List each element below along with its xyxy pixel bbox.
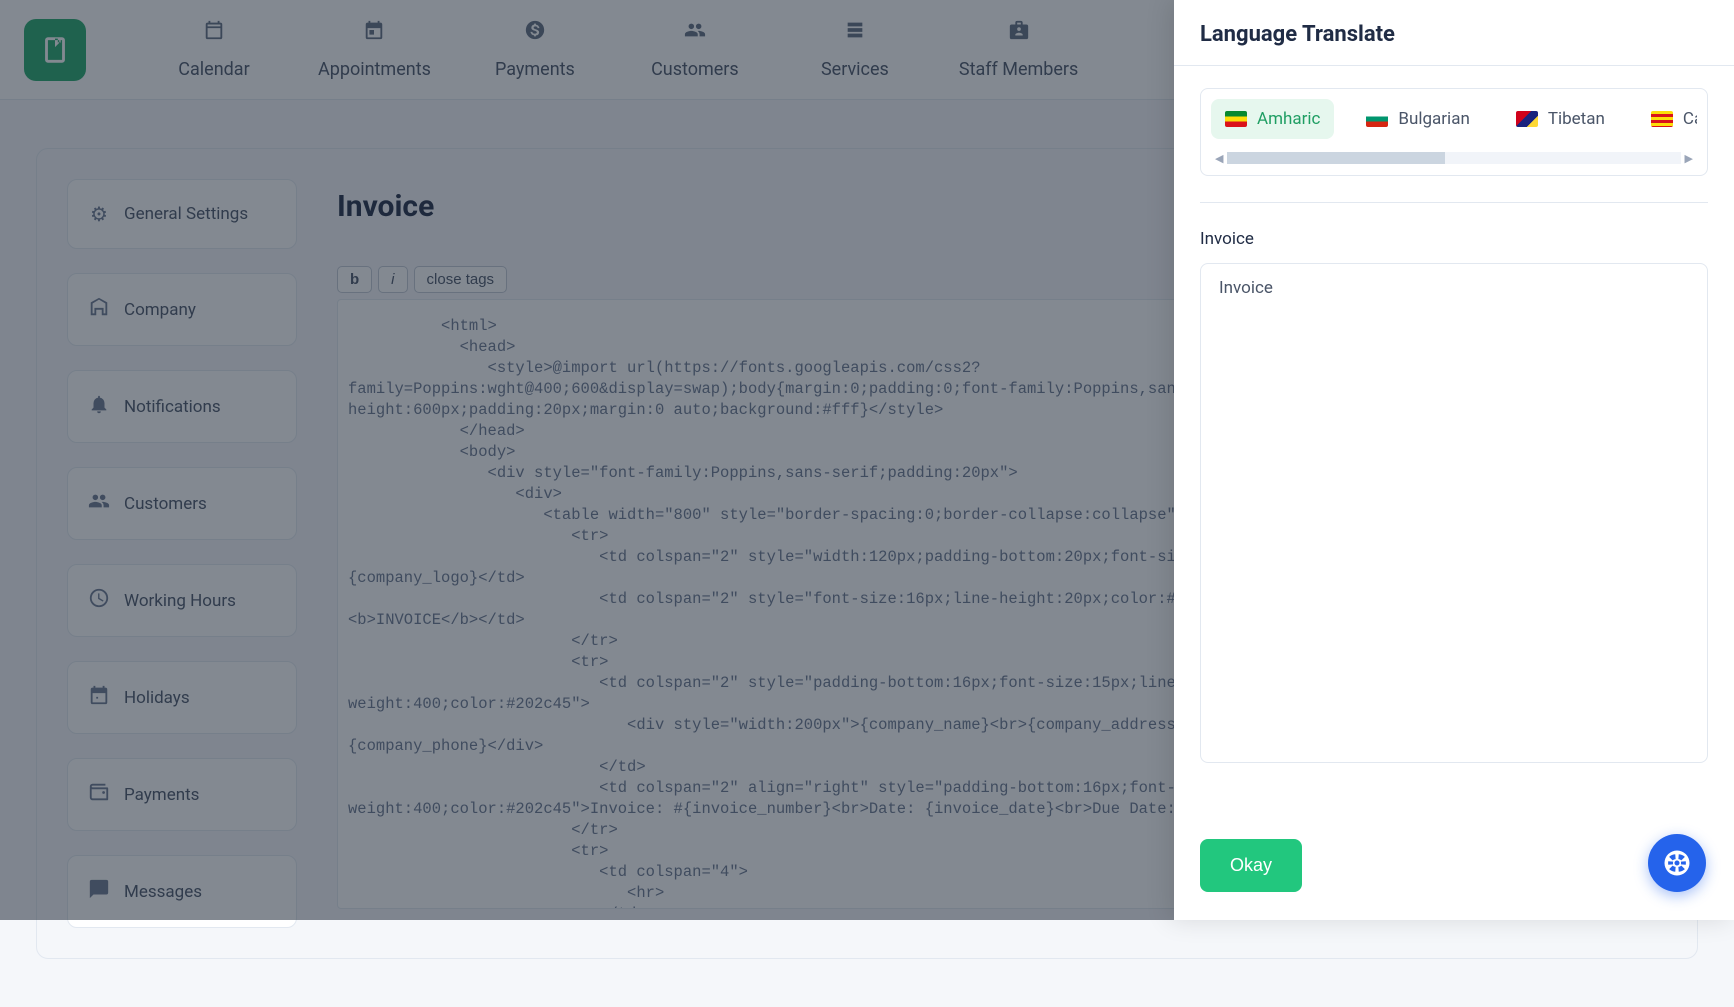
language-tab-label: Amharic	[1257, 109, 1320, 129]
flag-tibet-icon	[1516, 111, 1538, 127]
translate-field-label: Invoice	[1200, 229, 1708, 249]
panel-header: Language Translate	[1174, 0, 1734, 66]
language-tab-bulgarian[interactable]: Bulgarian	[1352, 99, 1483, 139]
divider	[1200, 202, 1708, 203]
flag-ethiopia-icon	[1225, 111, 1247, 127]
scroll-right-icon[interactable]: ▶	[1681, 152, 1697, 165]
flag-bulgaria-icon	[1366, 111, 1388, 127]
panel-title: Language Translate	[1200, 22, 1708, 47]
translate-input[interactable]: Invoice	[1200, 263, 1708, 763]
scrollbar-track[interactable]	[1227, 152, 1680, 164]
language-tabs[interactable]: Amharic Bulgarian Tibetan Catalan	[1211, 99, 1697, 139]
language-tab-tibetan[interactable]: Tibetan	[1502, 99, 1619, 139]
language-tab-label: Catalan	[1683, 109, 1697, 129]
language-tabs-scrollbar[interactable]: ◀ ▶	[1211, 151, 1697, 165]
scrollbar-thumb[interactable]	[1227, 152, 1444, 164]
help-fab[interactable]	[1648, 834, 1706, 892]
scroll-left-icon[interactable]: ◀	[1211, 152, 1227, 165]
language-translate-panel: Language Translate Amharic Bulgarian Tib…	[1174, 0, 1734, 920]
language-tab-label: Bulgarian	[1398, 109, 1469, 129]
language-tabs-container: Amharic Bulgarian Tibetan Catalan	[1200, 88, 1708, 176]
language-tab-catalan[interactable]: Catalan	[1637, 99, 1697, 139]
flag-catalonia-icon	[1651, 111, 1673, 127]
okay-button[interactable]: Okay	[1200, 839, 1302, 892]
lifebuoy-icon	[1662, 848, 1692, 878]
language-tab-amharic[interactable]: Amharic	[1211, 99, 1334, 139]
language-tab-label: Tibetan	[1548, 109, 1605, 129]
